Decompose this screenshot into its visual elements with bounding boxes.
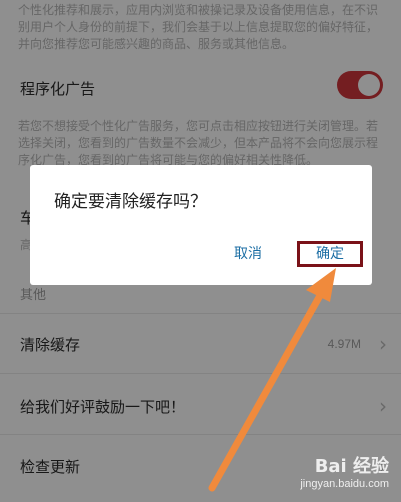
- baidu-watermark: Bai 经验 jingyan.baidu.com: [263, 452, 393, 496]
- annotation-arrow-icon: [208, 268, 336, 492]
- watermark-url: jingyan.baidu.com: [300, 478, 389, 490]
- watermark-brand: Bai 经验: [314, 456, 389, 477]
